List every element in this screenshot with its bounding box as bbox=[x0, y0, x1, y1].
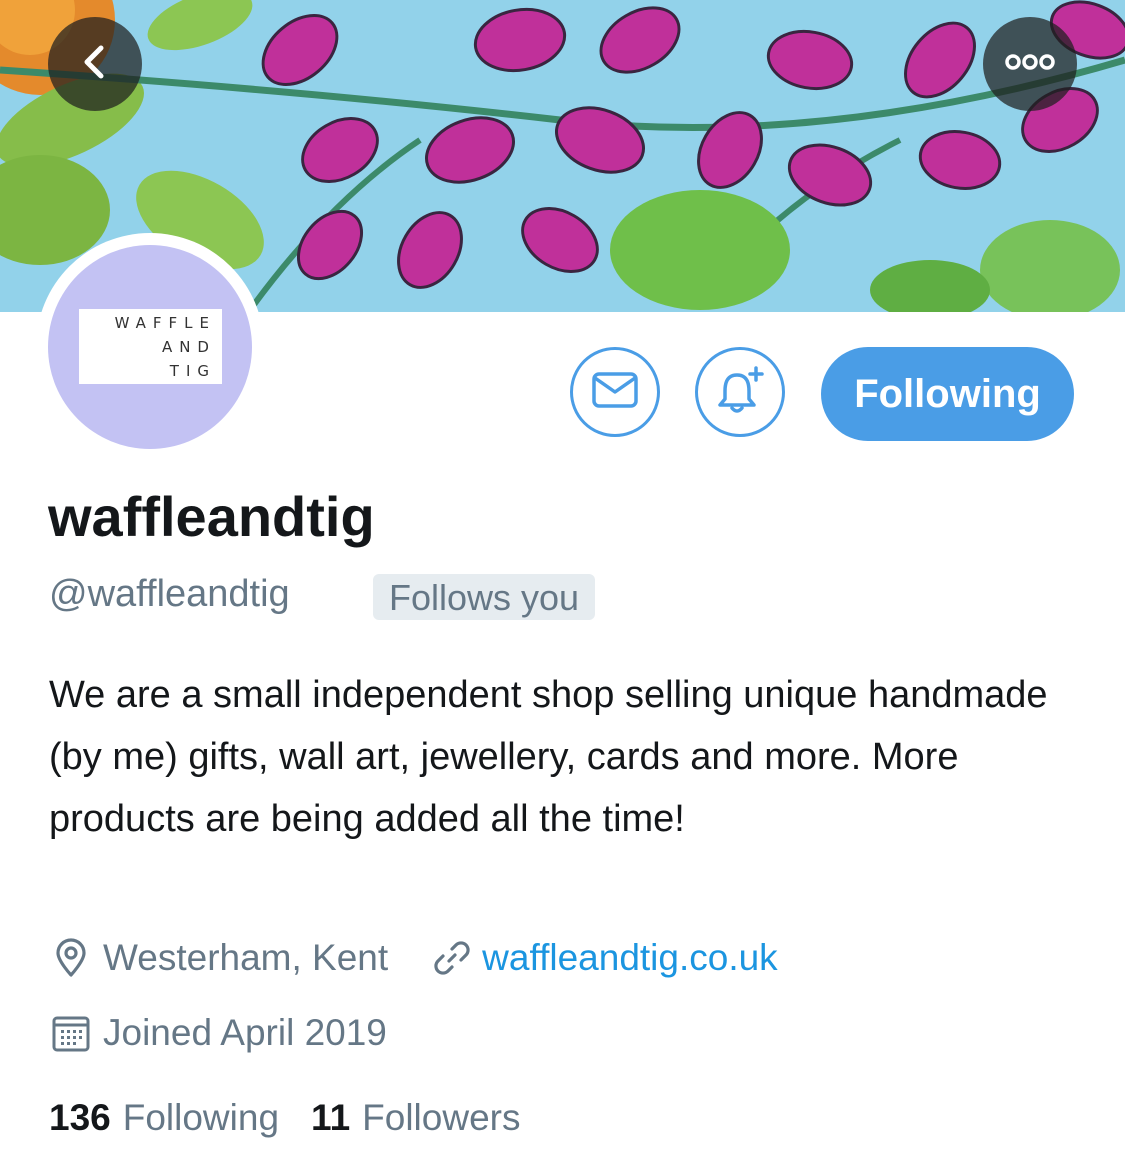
profile-meta-location-website: Westerham, Kent waffleandtig.co.uk bbox=[49, 933, 778, 983]
profile-bio: We are a small independent shop selling … bbox=[49, 674, 1048, 840]
logo-line: AND bbox=[161, 338, 216, 356]
followers-label: Followers bbox=[362, 1097, 521, 1138]
more-options-button[interactable] bbox=[983, 17, 1077, 111]
location-text: Westerham, Kent bbox=[103, 937, 389, 978]
bell-plus-icon bbox=[715, 365, 765, 420]
back-button[interactable] bbox=[48, 17, 142, 111]
followers-count: 11 bbox=[311, 1097, 351, 1138]
following-button[interactable]: Following bbox=[821, 347, 1074, 441]
notify-button[interactable] bbox=[695, 347, 785, 437]
envelope-icon bbox=[591, 370, 639, 415]
follow-stats: 136 Following 11 Followers bbox=[49, 1093, 520, 1143]
followers-count-link[interactable]: 11 Followers bbox=[311, 1093, 520, 1143]
chevron-left-icon bbox=[75, 42, 115, 87]
username-handle: @waffleandtig bbox=[49, 573, 290, 615]
profile-meta-joined: Joined April 2019 bbox=[49, 1008, 387, 1058]
location-pin-icon bbox=[49, 936, 93, 980]
logo-line: WAFFLE bbox=[114, 314, 216, 332]
logo-line: TIG bbox=[169, 362, 216, 380]
display-name: waffleandtig bbox=[48, 485, 375, 548]
joined-date-text: Joined April 2019 bbox=[103, 1012, 387, 1053]
calendar-icon bbox=[49, 1011, 93, 1055]
follows-you-badge: Follows you bbox=[373, 574, 596, 620]
following-label: Following bbox=[122, 1097, 280, 1138]
avatar-logo: WAFFLE AND TIG bbox=[79, 309, 222, 384]
following-count-link[interactable]: 136 Following bbox=[49, 1093, 279, 1143]
following-count: 136 bbox=[49, 1097, 111, 1138]
message-button[interactable] bbox=[570, 347, 660, 437]
website-link[interactable]: waffleandtig.co.uk bbox=[482, 933, 778, 983]
link-icon bbox=[430, 936, 474, 980]
ellipsis-icon bbox=[1004, 52, 1056, 77]
